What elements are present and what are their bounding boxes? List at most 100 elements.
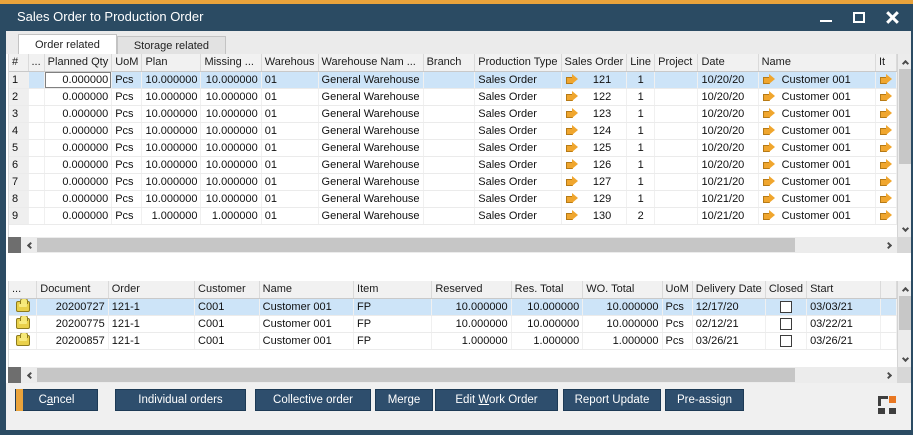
chevron-right-icon [884, 241, 891, 248]
titlebar[interactable]: Sales Order to Production Order [0, 4, 913, 31]
table-row[interactable]: 20200775 121-1 C001 Customer 001 FP 10.0… [9, 315, 897, 332]
col-header-missing: Missing ... [201, 54, 261, 71]
collective-order-button[interactable]: Collective order [255, 389, 371, 411]
table-row[interactable]: 3 0.000000 Pcs 10.000000 10.000000 01 Ge… [9, 105, 897, 122]
scroll-down-button[interactable] [898, 222, 912, 237]
table-row[interactable]: 8 0.000000 Pcs 10.000000 10.000000 01 Ge… [9, 190, 897, 207]
col-header-ellipsis: ... [28, 54, 44, 71]
col-header-warehouse-name: Warehouse Nam ... [318, 54, 423, 71]
individual-orders-button[interactable]: Individual orders [115, 389, 246, 411]
table-row[interactable]: 1 0.000000 Pcs 10.000000 10.000000 01 Ge… [9, 71, 897, 88]
scrollbar-thumb[interactable] [899, 69, 911, 164]
col-header-ellipsis: ... [9, 281, 37, 298]
link-arrow-icon[interactable] [565, 74, 579, 85]
lock-icon [16, 335, 30, 346]
col-header-delivery-date: Delivery Date [692, 281, 765, 298]
lock-icon [16, 301, 30, 312]
splitter-handle[interactable] [8, 367, 21, 383]
table-row[interactable]: 20200727 121-1 C001 Customer 001 FP 10.0… [9, 298, 897, 315]
link-arrow-icon[interactable] [565, 176, 579, 187]
link-arrow-icon[interactable] [762, 210, 776, 221]
tab-order-related[interactable]: Order related [18, 34, 117, 54]
link-arrow-icon[interactable] [879, 159, 893, 170]
link-arrow-icon[interactable] [565, 108, 579, 119]
closed-checkbox[interactable] [780, 318, 792, 330]
close-icon [886, 11, 899, 24]
form-client-area: Order related Storage related # ... Plan… [6, 31, 911, 430]
table1-horizontal-scrollbar[interactable] [8, 237, 911, 253]
link-arrow-icon[interactable] [879, 91, 893, 102]
maximize-button[interactable] [846, 7, 872, 29]
scrollbar-thumb[interactable] [899, 296, 911, 330]
link-arrow-icon[interactable] [879, 125, 893, 136]
link-arrow-icon[interactable] [565, 159, 579, 170]
scrollbar-track[interactable] [37, 237, 881, 253]
table-row[interactable]: 4 0.000000 Pcs 10.000000 10.000000 01 Ge… [9, 122, 897, 139]
table1-vertical-scrollbar[interactable] [897, 54, 911, 237]
link-arrow-icon[interactable] [565, 210, 579, 221]
table-row[interactable]: 5 0.000000 Pcs 10.000000 10.000000 01 Ge… [9, 139, 897, 156]
cancel-button[interactable]: Cancel [15, 389, 98, 411]
link-arrow-icon[interactable] [879, 74, 893, 85]
link-arrow-icon[interactable] [879, 193, 893, 204]
scroll-right-button[interactable] [881, 367, 897, 383]
closed-checkbox[interactable] [780, 301, 792, 313]
scroll-right-button[interactable] [881, 237, 897, 253]
link-arrow-icon[interactable] [565, 193, 579, 204]
order-related-table: # ... Planned Qty UoM Plan Missing ... W… [8, 54, 897, 237]
close-button[interactable] [879, 7, 905, 29]
report-update-button[interactable]: Report Update [563, 389, 661, 411]
tab-storage-related[interactable]: Storage related [117, 36, 226, 54]
table-row[interactable]: 20200857 121-1 C001 Customer 001 FP 1.00… [9, 332, 897, 349]
table-row[interactable]: 9 0.000000 Pcs 1.000000 1.000000 01 Gene… [9, 207, 897, 224]
link-arrow-icon[interactable] [879, 142, 893, 153]
chevron-left-icon [26, 241, 33, 248]
scroll-left-button[interactable] [21, 367, 37, 383]
link-arrow-icon[interactable] [762, 74, 776, 85]
pre-assign-button[interactable]: Pre-assign [665, 389, 744, 411]
merge-button[interactable]: Merge [375, 389, 433, 411]
link-arrow-icon[interactable] [879, 210, 893, 221]
table-row[interactable]: 2 0.000000 Pcs 10.000000 10.000000 01 Ge… [9, 88, 897, 105]
minimize-button[interactable] [813, 7, 839, 29]
link-arrow-icon[interactable] [879, 108, 893, 119]
scroll-up-button[interactable] [898, 54, 912, 69]
minimize-icon [820, 20, 832, 22]
table-row[interactable]: 6 0.000000 Pcs 10.000000 10.000000 01 Ge… [9, 156, 897, 173]
scrollbar-thumb[interactable] [37, 368, 795, 382]
table-row[interactable]: 7 0.000000 Pcs 10.000000 10.000000 01 Ge… [9, 173, 897, 190]
col-header-customer: Customer [195, 281, 260, 298]
link-arrow-icon[interactable] [762, 108, 776, 119]
link-arrow-icon[interactable] [762, 142, 776, 153]
col-header-name: Name [758, 54, 875, 71]
link-arrow-icon[interactable] [565, 142, 579, 153]
table2-vertical-scrollbar[interactable] [897, 281, 911, 367]
scroll-down-button[interactable] [898, 352, 912, 367]
scroll-left-button[interactable] [21, 237, 37, 253]
planned-qty-input-cell[interactable]: 0.000000 [44, 71, 112, 88]
scrollbar-thumb[interactable] [37, 238, 795, 252]
link-arrow-icon[interactable] [762, 193, 776, 204]
link-arrow-icon[interactable] [762, 125, 776, 136]
order-related-grid: # ... Planned Qty UoM Plan Missing ... W… [9, 54, 897, 225]
col-header-start: Start [807, 281, 881, 298]
splitter-handle[interactable] [8, 237, 21, 253]
link-arrow-icon[interactable] [762, 91, 776, 102]
lock-icon [16, 318, 30, 329]
col-header-plan: Plan [142, 54, 201, 71]
edit-work-order-button[interactable]: Edit Work Order [435, 389, 558, 411]
link-arrow-icon[interactable] [879, 176, 893, 187]
link-arrow-icon[interactable] [762, 159, 776, 170]
table2-horizontal-scrollbar[interactable] [8, 367, 911, 383]
scrollbar-track[interactable] [37, 367, 881, 383]
form-resize-icon[interactable] [878, 396, 896, 414]
closed-checkbox[interactable] [780, 335, 792, 347]
link-arrow-icon[interactable] [565, 125, 579, 136]
col-header-planned-qty: Planned Qty [44, 54, 112, 71]
table2-header-row: ... Document Order Customer Name Item Re… [9, 281, 897, 298]
link-arrow-icon[interactable] [762, 176, 776, 187]
chevron-left-icon [26, 371, 33, 378]
scroll-up-button[interactable] [898, 281, 912, 296]
scrollbar-corner [897, 367, 911, 383]
link-arrow-icon[interactable] [565, 91, 579, 102]
